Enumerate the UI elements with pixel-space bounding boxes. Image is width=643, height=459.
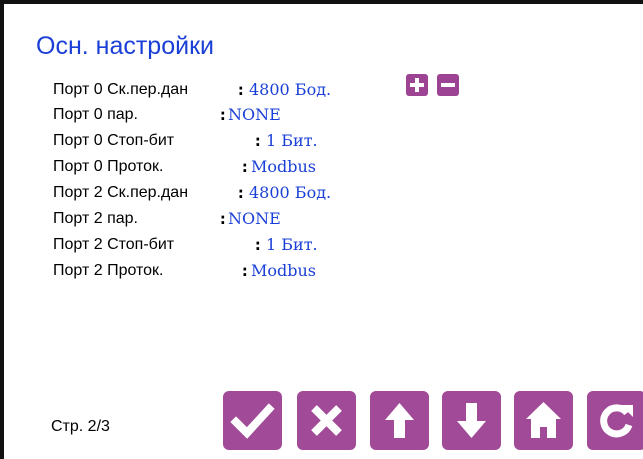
up-button[interactable] [370,391,429,450]
close-icon [311,405,342,436]
setting-value[interactable]: NONE [228,105,281,124]
down-button[interactable] [442,391,501,450]
minus-icon [441,83,455,87]
plus-icon [410,78,424,92]
setting-label: Порт 0 Стоп-бит [53,132,175,149]
setting-colon: : [218,105,228,124]
arrow-up-icon [385,403,414,438]
setting-colon: : [218,209,228,228]
setting-label: Порт 2 пар. [53,210,138,227]
plus-button[interactable] [406,74,428,96]
arrow-down-icon [457,403,486,438]
home-button[interactable] [514,391,573,450]
home-icon [526,402,561,438]
setting-value[interactable]: 4800 Бод. [249,183,331,202]
setting-value[interactable]: 1 Бит. [266,131,318,150]
minus-button[interactable] [437,74,459,96]
setting-value[interactable]: 4800 Бод. [249,80,331,99]
refresh-icon [600,404,633,438]
setting-label: Порт 0 Проток. [53,158,164,175]
setting-colon: : [236,80,246,99]
setting-value[interactable]: Modbus [251,157,316,176]
setting-value[interactable]: Modbus [251,261,316,280]
setting-colon: : [240,157,250,176]
confirm-button[interactable] [223,391,282,450]
setting-colon: : [236,183,246,202]
cancel-button[interactable] [297,391,356,450]
setting-value[interactable]: NONE [228,209,281,228]
setting-label: Порт 2 Ск.пер.дан [53,184,189,201]
setting-colon: : [253,235,263,254]
setting-label: Порт 0 Ск.пер.дан [53,81,189,98]
refresh-button[interactable] [587,391,643,450]
setting-label: Порт 0 пар. [53,106,138,123]
page-title: Осн. настройки [36,32,214,60]
setting-label: Порт 2 Стоп-бит [53,236,175,253]
check-icon [230,403,275,439]
setting-colon: : [253,131,263,150]
setting-value[interactable]: 1 Бит. [266,235,318,254]
setting-label: Порт 2 Проток. [53,262,164,279]
settings-screen: Осн. настройки Порт 0 Ск.пер.дан : 4800 … [0,0,643,459]
page-indicator: Стр. 2/3 [51,418,110,435]
setting-colon: : [240,261,250,280]
